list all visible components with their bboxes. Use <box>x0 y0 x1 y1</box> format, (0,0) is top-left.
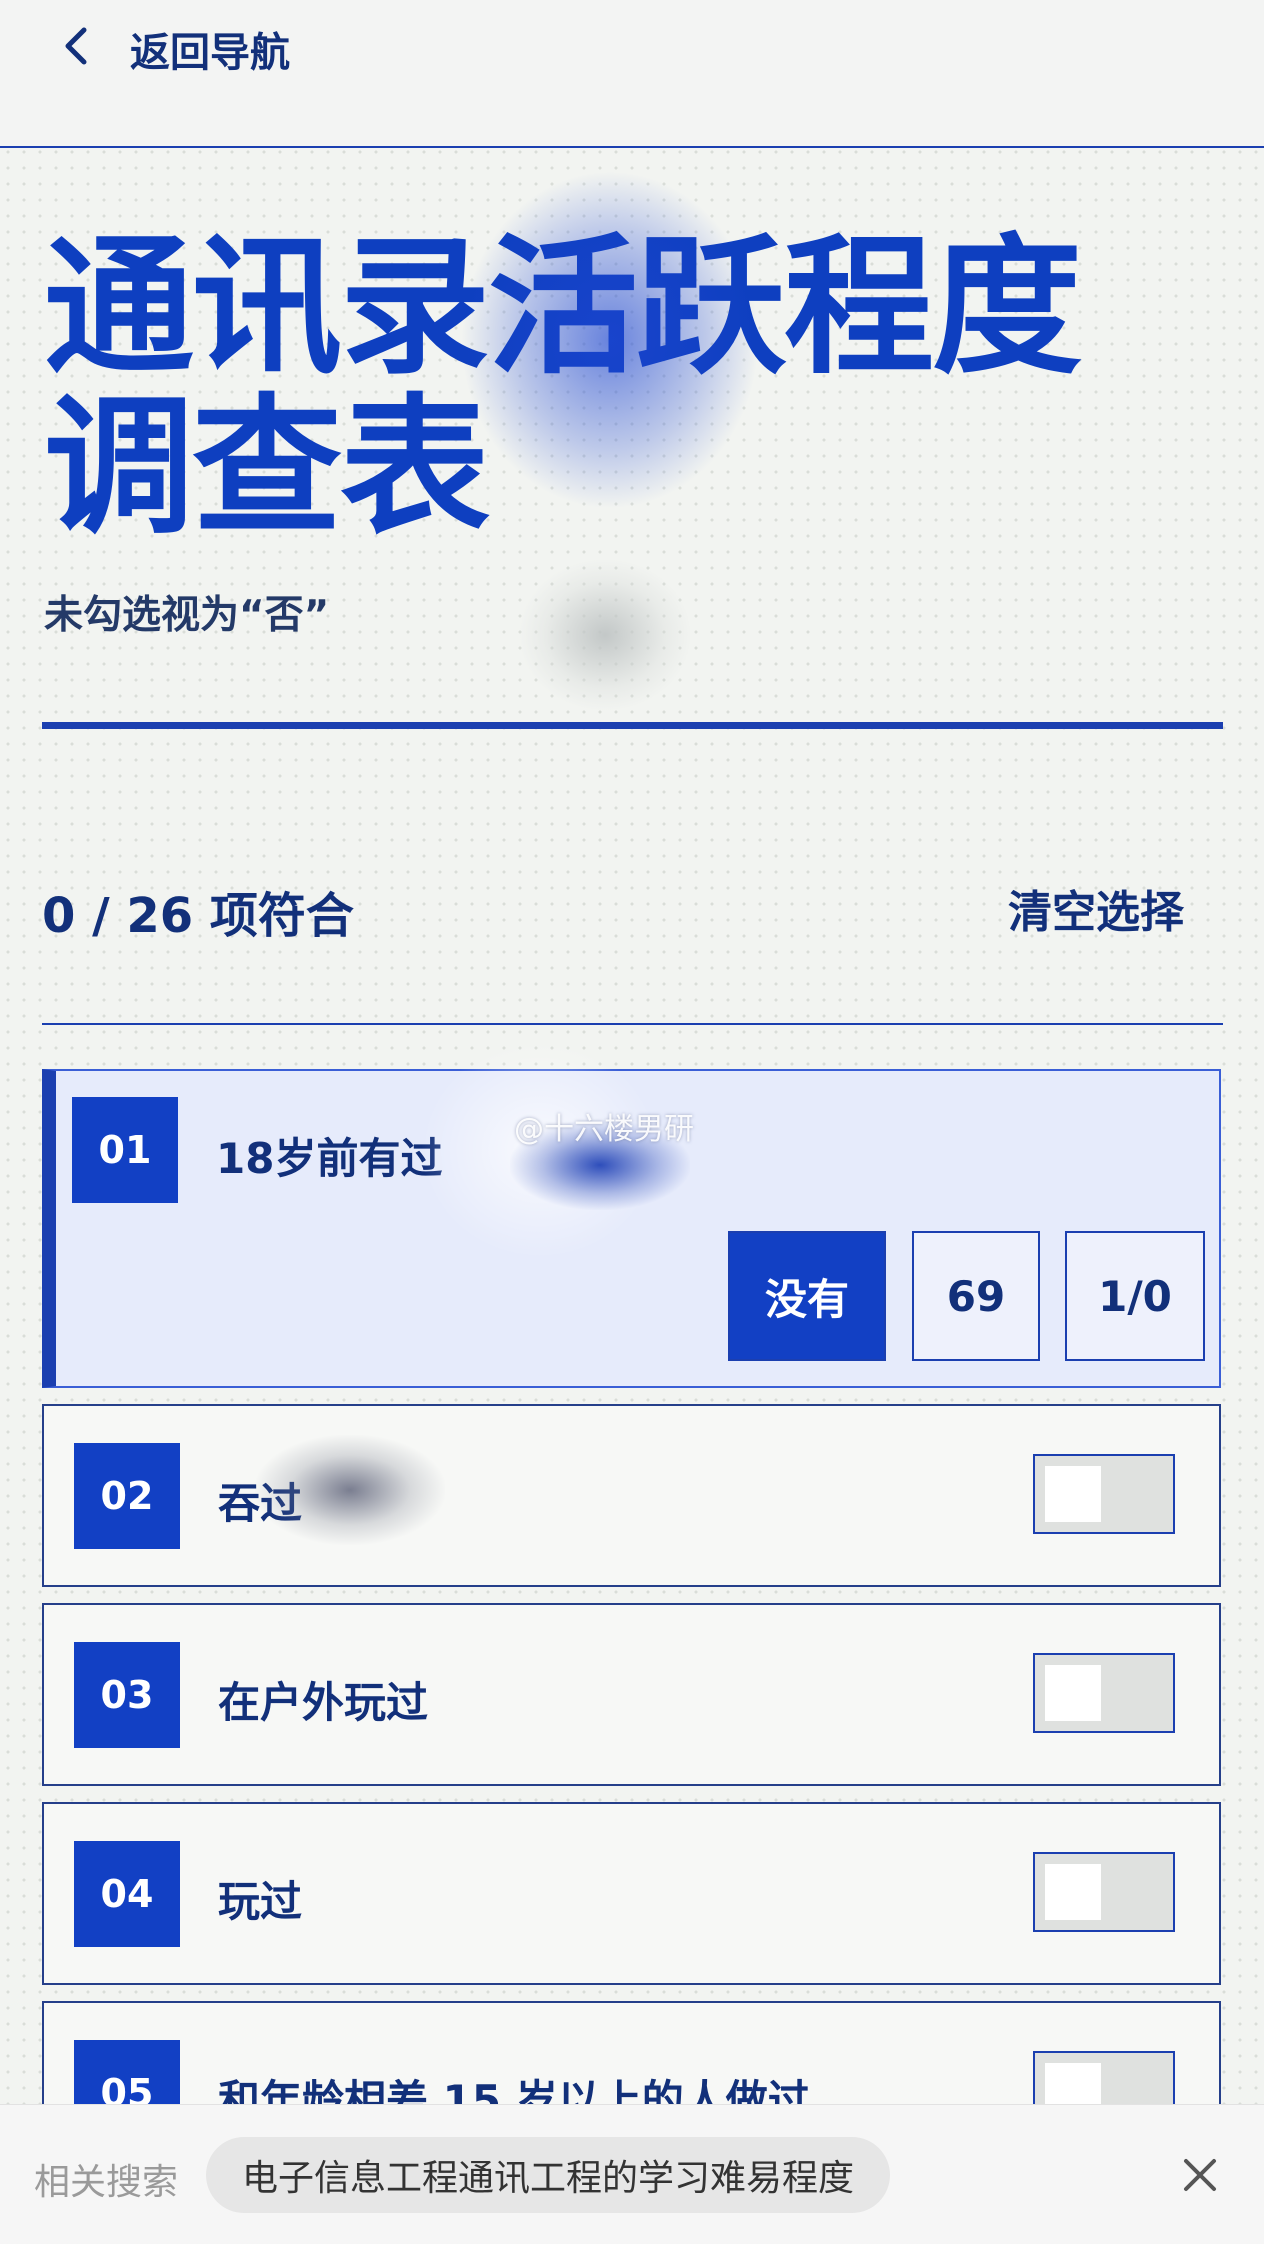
related-search-chip[interactable]: 电子信息工程通讯工程的学习难易程度 <box>206 2137 891 2213</box>
close-icon[interactable] <box>1178 2153 1222 2197</box>
question-text: 18岁前有过 <box>216 1134 443 1183</box>
question-item[interactable]: 04 玩过 <box>42 1802 1221 1985</box>
option-button-none[interactable]: 没有 <box>728 1231 886 1361</box>
toggle-switch[interactable] <box>1033 1653 1175 1733</box>
divider <box>42 1023 1223 1025</box>
question-number: 02 <box>74 1443 180 1549</box>
question-text: 在户外玩过 <box>218 1678 429 1727</box>
related-search-bar: 相关搜索 电子信息工程通讯工程的学习难易程度 <box>0 2104 1264 2244</box>
option-button-69[interactable]: 69 <box>912 1231 1040 1361</box>
option-button-1-0[interactable]: 1/0 <box>1065 1231 1205 1361</box>
toggle-knob <box>1045 1665 1101 1721</box>
question-number: 04 <box>74 1841 180 1947</box>
chevron-left-icon[interactable] <box>56 24 96 68</box>
question-number: 01 <box>72 1097 178 1203</box>
toggle-switch[interactable] <box>1033 1852 1175 1932</box>
blur-overlay <box>520 560 690 710</box>
question-item[interactable]: 02 吞过 <box>42 1404 1221 1587</box>
question-item[interactable]: 03 在户外玩过 <box>42 1603 1221 1786</box>
page-subtitle: 未勾选视为“否” <box>44 593 330 638</box>
question-number: 03 <box>74 1642 180 1748</box>
blur-overlay <box>460 170 760 510</box>
toggle-switch[interactable] <box>1033 1454 1175 1534</box>
top-nav-bar: 返回导航 <box>0 0 1264 148</box>
toggle-knob <box>1045 1466 1101 1522</box>
back-nav-label[interactable]: 返回导航 <box>130 20 290 78</box>
match-counter: 0 / 26 项符合 <box>42 888 354 944</box>
watermark: @十六楼男研 <box>514 1112 694 1147</box>
clear-selection-button[interactable]: 清空选择 <box>1008 876 1184 940</box>
divider <box>42 722 1223 729</box>
related-search-label: 相关搜索 <box>34 2162 179 2203</box>
blur-overlay <box>255 1435 445 1545</box>
question-text: 玩过 <box>218 1877 303 1926</box>
toggle-knob <box>1045 1864 1101 1920</box>
